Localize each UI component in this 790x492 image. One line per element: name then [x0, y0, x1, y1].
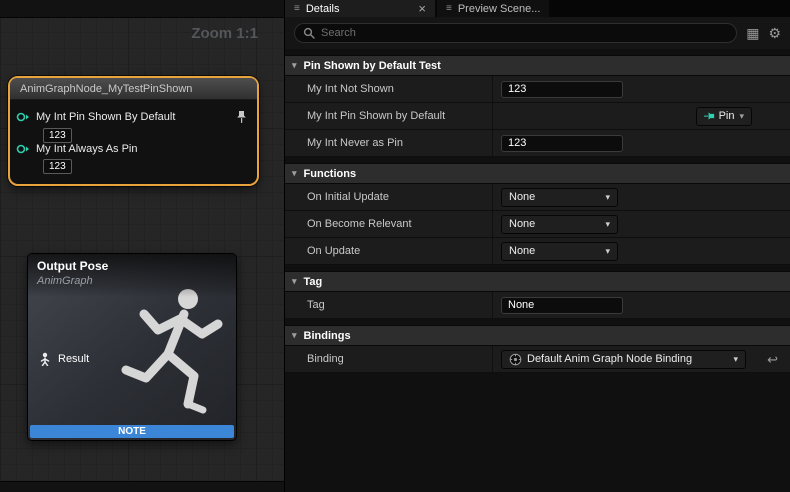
- dropdown-value: Default Anim Graph Node Binding: [527, 353, 692, 365]
- pose-pin-icon[interactable]: [39, 352, 51, 366]
- chevron-down-icon: ▾: [292, 169, 297, 178]
- property-value-cell: Default Anim Graph Node Binding ▾ ↩: [492, 346, 790, 372]
- pin-row: My Int Always As Pin: [16, 143, 249, 155]
- node-title: Output Pose: [37, 259, 227, 273]
- section-title: Pin Shown by Default Test: [304, 60, 441, 72]
- property-list: ▾ Pin Shown by Default Test My Int Not S…: [285, 49, 790, 492]
- graph-bottom-strip: [0, 481, 284, 492]
- property-row: My Int Never as Pin: [285, 130, 790, 157]
- property-value-cell: [492, 130, 790, 156]
- note-bar[interactable]: NOTE: [30, 425, 234, 438]
- chevron-down-icon: ▾: [733, 355, 738, 364]
- property-row: On Become Relevant None ▾: [285, 211, 790, 238]
- anim-graph-node-selected[interactable]: AnimGraphNode_MyTestPinShown My Int Pin …: [8, 76, 259, 186]
- pin-label: My Int Pin Shown By Default: [36, 111, 175, 123]
- section-pin-shown-by-default-test[interactable]: ▾ Pin Shown by Default Test: [285, 55, 790, 76]
- property-label: On Become Relevant: [285, 218, 492, 230]
- tab-bar: ≡ Details × ≡ Preview Scene...: [285, 0, 790, 17]
- property-row: On Update None ▾: [285, 238, 790, 265]
- chevron-down-icon: ▾: [605, 220, 610, 229]
- output-pose-node[interactable]: Output Pose AnimGraph Result NOTE: [27, 253, 237, 441]
- property-value-cell: None ▾: [492, 238, 790, 264]
- node-body: My Int Pin Shown By Default 123 My Int A…: [10, 100, 257, 184]
- dropdown-value: None: [509, 218, 535, 230]
- property-label: On Initial Update: [285, 191, 492, 203]
- property-value-cell: None ▾: [492, 184, 790, 210]
- on-initial-update-dropdown[interactable]: None ▾: [501, 188, 618, 207]
- chevron-down-icon: ▾: [292, 331, 297, 340]
- pin-icon: [703, 111, 715, 121]
- mannequin-thumbnail: [110, 280, 232, 428]
- on-update-dropdown[interactable]: None ▾: [501, 242, 618, 261]
- tab-preview-scene[interactable]: ≡ Preview Scene...: [437, 0, 549, 17]
- property-label: On Update: [285, 245, 492, 257]
- section-title: Tag: [304, 276, 323, 288]
- property-row: Binding Default Anim Graph Node Binding …: [285, 346, 790, 373]
- property-value-cell: [492, 292, 790, 318]
- pin-dropdown-button[interactable]: Pin ▾: [696, 107, 752, 126]
- pin-label: My Int Always As Pin: [36, 143, 137, 155]
- property-label: My Int Pin Shown by Default: [285, 110, 492, 122]
- binding-dropdown[interactable]: Default Anim Graph Node Binding ▾: [501, 350, 746, 369]
- property-value-cell: None ▾: [492, 211, 790, 237]
- settings-gear-icon[interactable]: ⚙: [768, 26, 781, 40]
- pin-button-label: Pin: [719, 110, 735, 122]
- property-value-cell: Pin ▾: [492, 103, 790, 129]
- my-int-not-shown-input[interactable]: [501, 81, 623, 98]
- property-label: Binding: [285, 353, 492, 365]
- tag-input[interactable]: [501, 297, 623, 314]
- my-int-never-as-pin-input[interactable]: [501, 135, 623, 152]
- property-row: On Initial Update None ▾: [285, 184, 790, 211]
- result-pin-label: Result: [58, 353, 89, 365]
- section-title: Bindings: [304, 330, 351, 342]
- chevron-down-icon: ▾: [605, 193, 610, 202]
- int-pin-icon[interactable]: [16, 111, 30, 123]
- property-label: My Int Not Shown: [285, 83, 492, 95]
- tab-label: Preview Scene...: [458, 3, 541, 15]
- pin-value-input[interactable]: 123: [43, 159, 72, 174]
- section-tag[interactable]: ▾ Tag: [285, 271, 790, 292]
- details-tab-icon: ≡: [294, 3, 300, 14]
- graph-top-strip: [0, 0, 284, 18]
- close-tab-icon[interactable]: ×: [418, 2, 426, 15]
- int-pin-icon[interactable]: [16, 143, 30, 155]
- section-bindings[interactable]: ▾ Bindings: [285, 325, 790, 346]
- pin-value-input[interactable]: 123: [43, 128, 72, 143]
- reset-binding-icon[interactable]: ↩: [767, 353, 778, 366]
- property-row: My Int Not Shown: [285, 76, 790, 103]
- binding-class-icon: [509, 353, 522, 366]
- unreal-editor-window: Zoom 1:1 AnimGraphNode_MyTestPinShown My…: [0, 0, 790, 492]
- node-title: AnimGraphNode_MyTestPinShown: [10, 78, 257, 100]
- section-functions[interactable]: ▾ Functions: [285, 163, 790, 184]
- property-value-cell: [492, 76, 790, 102]
- search-input[interactable]: [321, 27, 728, 39]
- node-header: Output Pose AnimGraph: [28, 254, 236, 297]
- dropdown-value: None: [509, 191, 535, 203]
- chevron-down-icon: ▾: [605, 247, 610, 256]
- node-subtitle: AnimGraph: [37, 275, 227, 287]
- anim-graph-canvas[interactable]: Zoom 1:1 AnimGraphNode_MyTestPinShown My…: [0, 0, 285, 492]
- on-become-relevant-dropdown[interactable]: None ▾: [501, 215, 618, 234]
- preview-scene-tab-icon: ≡: [446, 3, 452, 14]
- property-row: Tag: [285, 292, 790, 319]
- chevron-down-icon: ▾: [292, 277, 297, 286]
- property-row: My Int Pin Shown by Default Pin ▾: [285, 103, 790, 130]
- details-panel: ≡ Details × ≡ Preview Scene... ▦ ⚙ ▾ Pin…: [285, 0, 790, 492]
- section-title: Functions: [304, 168, 357, 180]
- search-icon: [303, 27, 315, 39]
- tab-details[interactable]: ≡ Details ×: [285, 0, 435, 17]
- property-label: My Int Never as Pin: [285, 137, 492, 149]
- result-pin-row: Result: [39, 352, 89, 366]
- tab-label: Details: [306, 3, 340, 15]
- chevron-down-icon: ▾: [292, 61, 297, 70]
- display-filter-icon[interactable]: ▦: [746, 26, 759, 40]
- pin-toggle-icon[interactable]: [236, 110, 247, 124]
- chevron-down-icon: ▾: [739, 112, 744, 121]
- property-label: Tag: [285, 299, 492, 311]
- search-box[interactable]: [294, 23, 737, 43]
- zoom-level-label: Zoom 1:1: [191, 25, 258, 42]
- dropdown-value: None: [509, 245, 535, 257]
- search-row: ▦ ⚙: [285, 17, 790, 49]
- pin-row: My Int Pin Shown By Default: [16, 110, 249, 124]
